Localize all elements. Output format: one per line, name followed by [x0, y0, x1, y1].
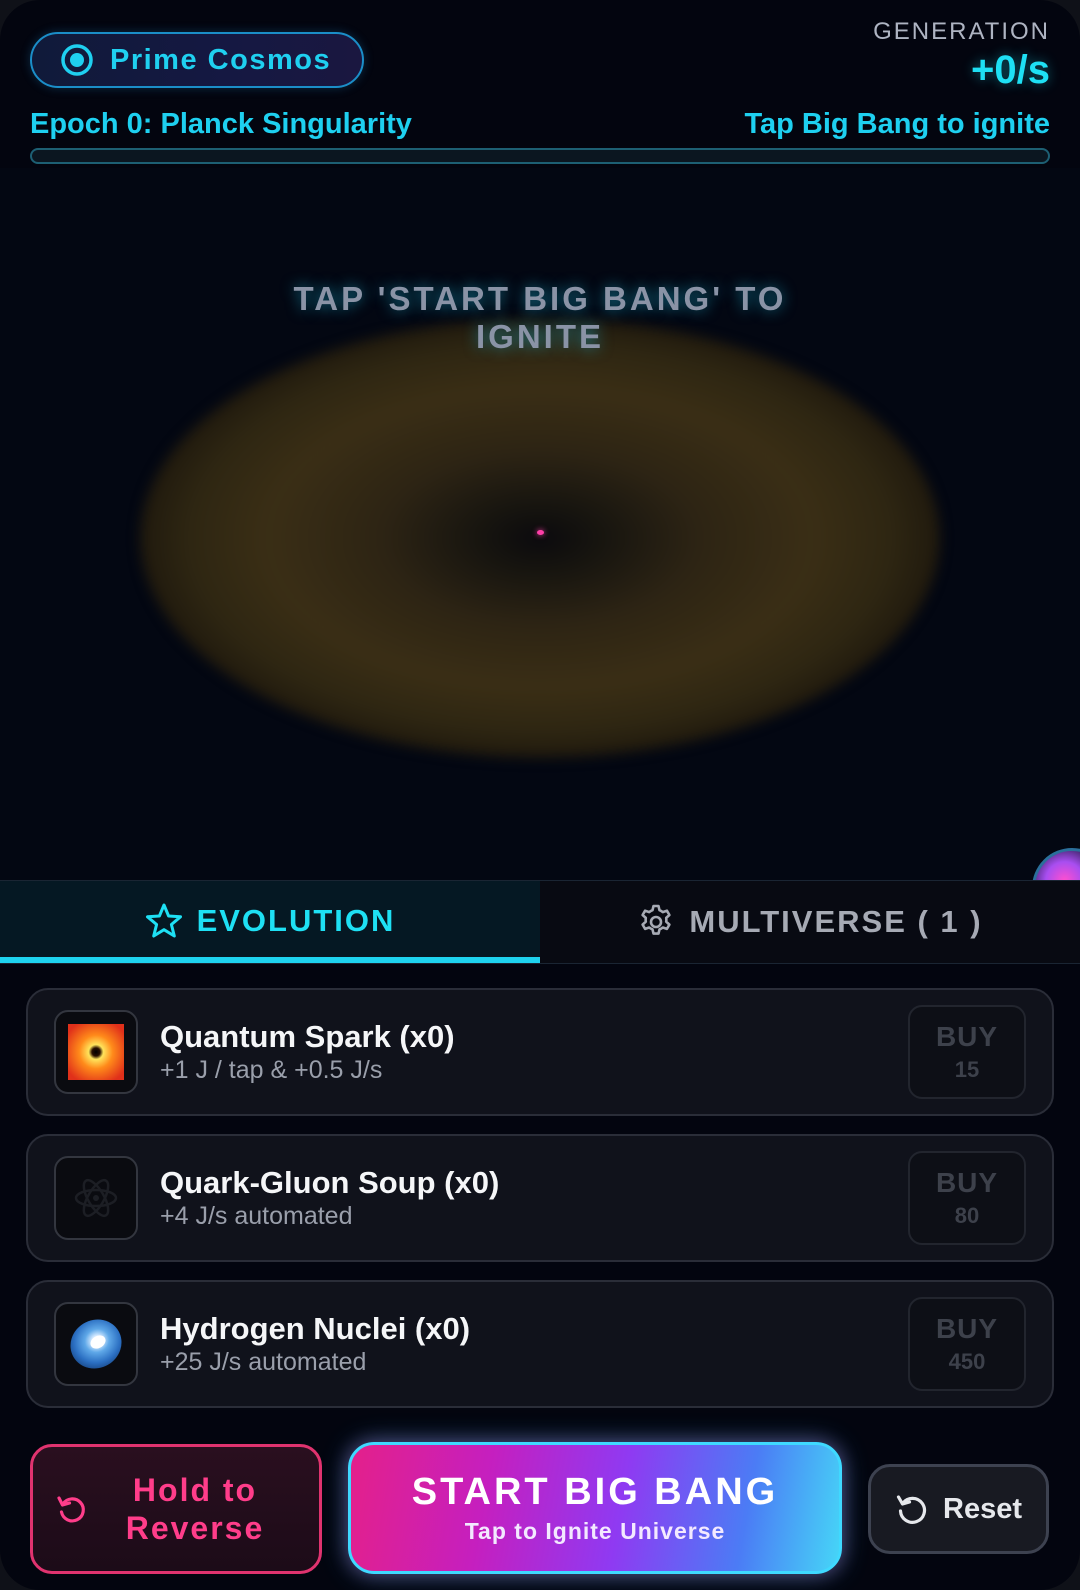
hydrogen-nuclei-icon	[54, 1302, 138, 1386]
singularity-point	[537, 530, 544, 535]
epoch-hint: Tap Big Bang to ignite	[744, 108, 1050, 140]
buy-quantum-spark-button[interactable]: BUY 15	[908, 1005, 1026, 1099]
tab-multiverse[interactable]: MULTIVERSE ( 1 )	[540, 881, 1080, 963]
upgrade-quark-gluon-soup: Quark-Gluon Soup (x0) +4 J/s automated B…	[26, 1134, 1054, 1262]
floating-orb-button[interactable]	[1032, 848, 1080, 880]
tab-bar: EVOLUTION MULTIVERSE ( 1 )	[0, 880, 1080, 964]
proto-universe-cloud	[140, 318, 940, 758]
upgrade-description: +25 J/s automated	[160, 1348, 367, 1376]
upgrade-name: Quantum Spark (x0)	[160, 1019, 455, 1054]
quantum-spark-icon	[54, 1010, 138, 1094]
big-bang-subtitle: Tap to Ignite Universe	[464, 1518, 726, 1544]
rewind-icon	[57, 1496, 85, 1523]
buy-label: BUY	[935, 1021, 999, 1052]
upgrade-quantum-spark: Quantum Spark (x0) +1 J / tap & +0.5 J/s…	[26, 988, 1054, 1116]
atom-icon	[54, 1156, 138, 1240]
buy-cost: 80	[954, 1203, 980, 1228]
buy-label: BUY	[935, 1167, 999, 1198]
generation-rate: +0/s	[971, 48, 1050, 92]
star-icon	[145, 903, 182, 938]
universe-canvas[interactable]: TAP 'START BIG BANG' TO IGNITE	[0, 168, 1080, 880]
reverse-label: Hold to Reverse	[125, 1472, 265, 1546]
upgrade-name: Quark-Gluon Soup (x0)	[160, 1165, 500, 1200]
reset-label: Reset	[943, 1492, 1022, 1525]
buy-label: BUY	[935, 1313, 999, 1344]
hold-to-reverse-button[interactable]: Hold to Reverse	[30, 1444, 322, 1574]
start-big-bang-button[interactable]: START BIG BANG Tap to Ignite Universe	[348, 1442, 842, 1574]
tab-evolution-label: EVOLUTION	[196, 903, 396, 938]
ignite-prompt: TAP 'START BIG BANG' TO IGNITE	[293, 280, 787, 355]
generation-label: GENERATION	[873, 18, 1050, 45]
universe-name: Prime Cosmos	[110, 43, 332, 76]
tab-multiverse-label: MULTIVERSE ( 1 )	[689, 904, 983, 939]
big-bang-title: START BIG BANG	[411, 1471, 779, 1513]
buy-cost: 450	[948, 1349, 986, 1374]
upgrade-name: Hydrogen Nuclei (x0)	[160, 1311, 471, 1346]
buy-cost: 15	[954, 1057, 980, 1082]
epoch-progress-bar	[30, 148, 1050, 164]
upgrade-description: +1 J / tap & +0.5 J/s	[160, 1056, 383, 1084]
universe-selector[interactable]: Prime Cosmos	[30, 32, 364, 88]
upgrade-hydrogen-nuclei: Hydrogen Nuclei (x0) +25 J/s automated B…	[26, 1280, 1054, 1408]
reset-button[interactable]: Reset	[868, 1464, 1049, 1554]
epoch-title: Epoch 0: Planck Singularity	[30, 108, 412, 140]
app-frame: Prime Cosmos GENERATION +0/s Epoch 0: Pl…	[0, 0, 1080, 1590]
tab-evolution[interactable]: EVOLUTION	[0, 881, 540, 963]
buy-quark-gluon-soup-button[interactable]: BUY 80	[908, 1151, 1026, 1245]
gear-icon	[641, 904, 672, 935]
target-icon	[61, 44, 93, 76]
upgrade-description: +4 J/s automated	[160, 1202, 353, 1230]
reset-icon	[896, 1495, 927, 1524]
buy-hydrogen-nuclei-button[interactable]: BUY 450	[908, 1297, 1026, 1391]
